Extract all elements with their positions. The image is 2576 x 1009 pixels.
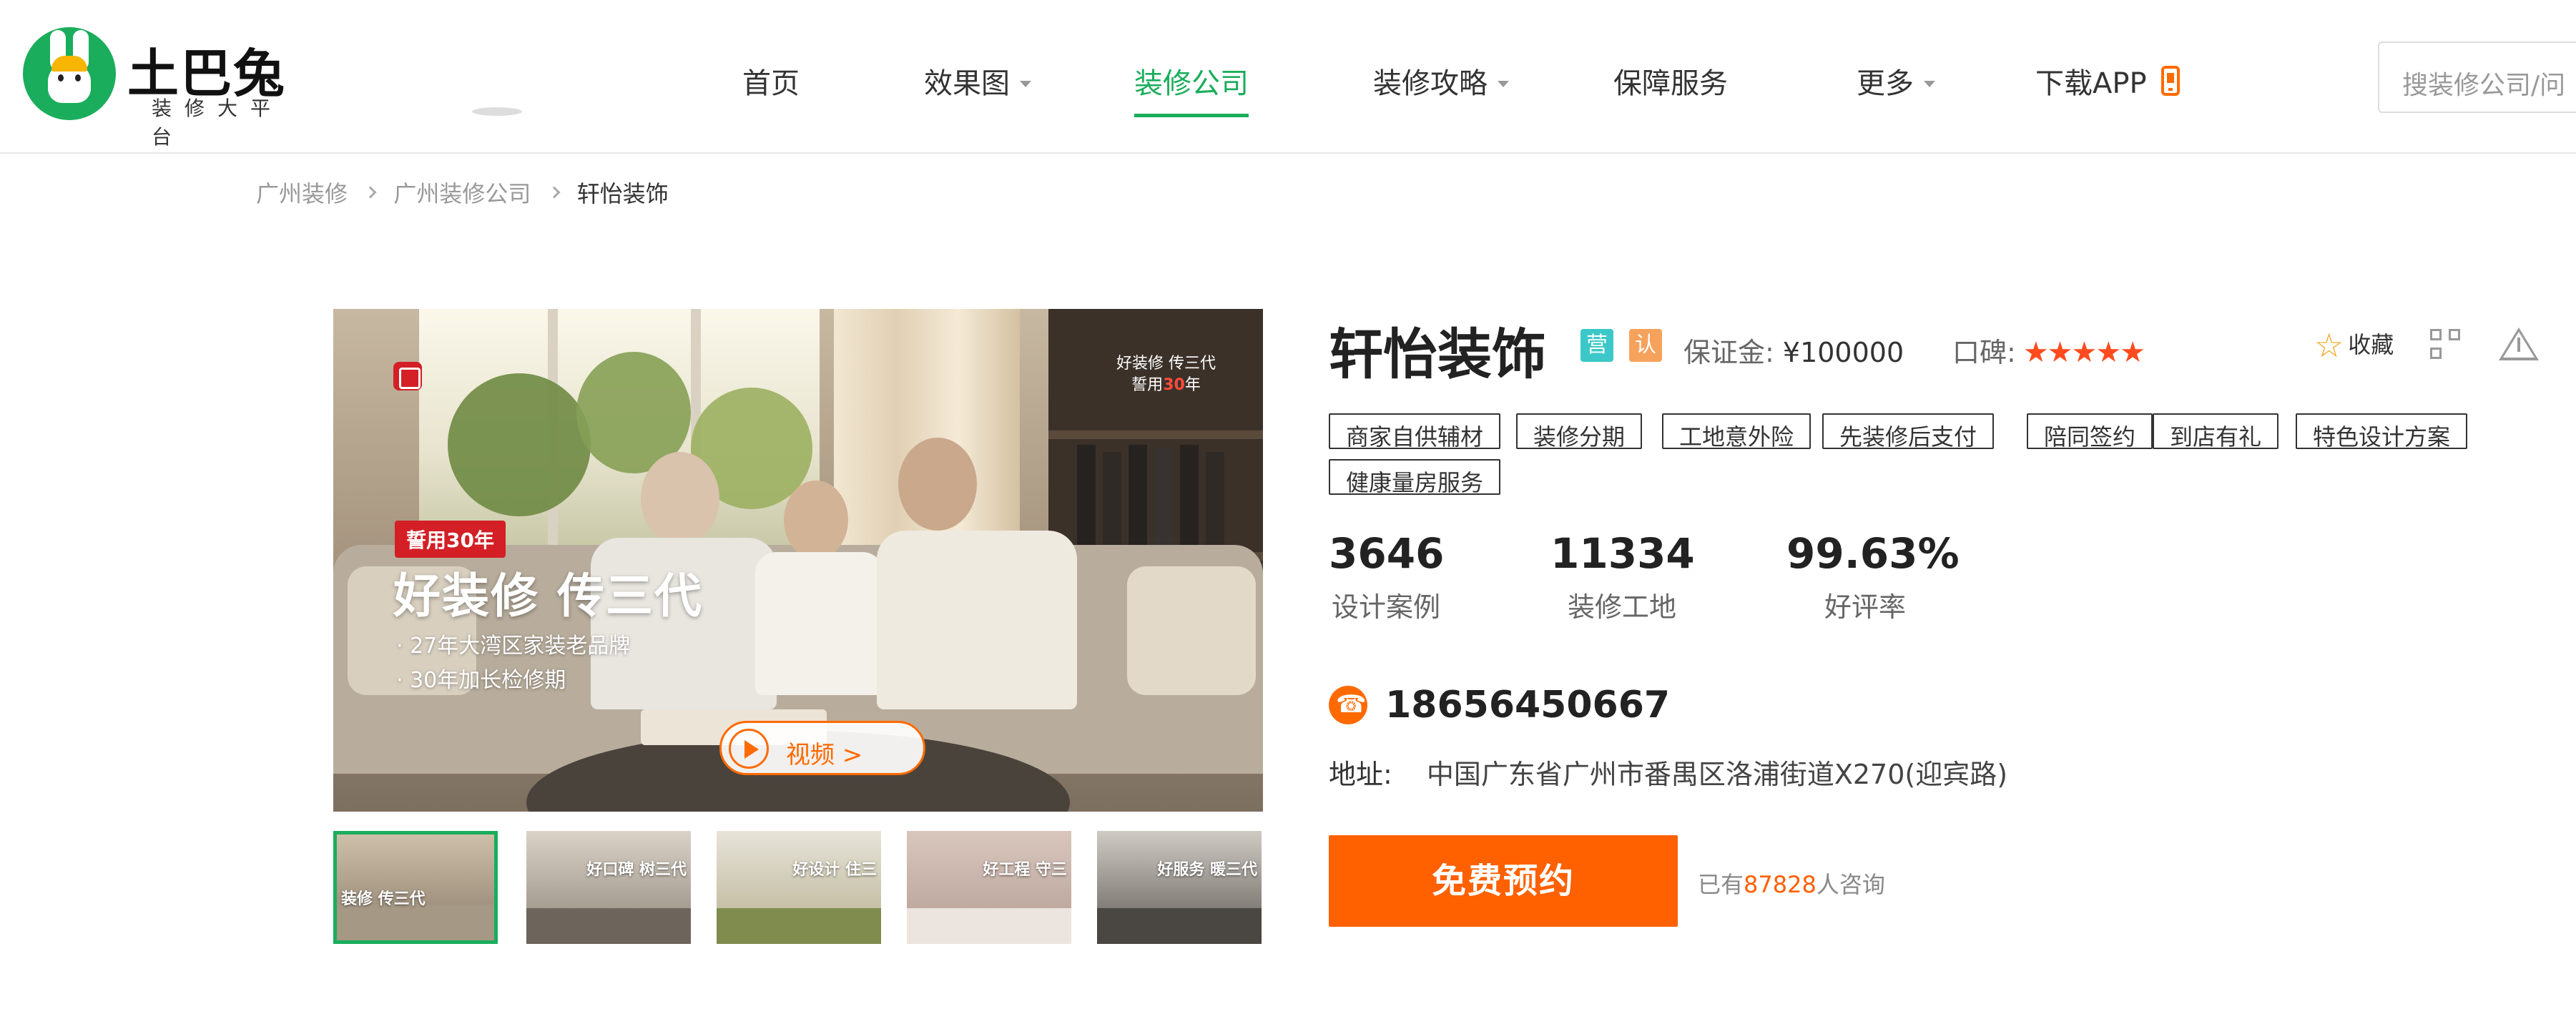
photo-badge: 誓用30年 (395, 521, 506, 558)
reputation-rating: 口碑: ★★★★★ (1952, 336, 2145, 369)
nav-companies[interactable]: 装修公司 (1134, 60, 1249, 117)
nav-home[interactable]: 首页 (742, 60, 800, 117)
brand-mark-icon (393, 362, 422, 390)
chevron-down-icon (1924, 81, 1935, 87)
rabbit-mascot-icon (23, 27, 116, 120)
star-outline-icon: ☆ (2314, 326, 2344, 365)
stat-positive-rate: 99.63% 好评率 (1786, 529, 1960, 623)
photo-bullet: · 30年加长检修期 (396, 668, 566, 693)
breadcrumb-link-companies[interactable]: 广州装修公司 (393, 176, 531, 209)
chevron-down-icon (1498, 81, 1509, 87)
nav-guarantee[interactable]: 保障服务 (1613, 60, 1728, 117)
service-tag: 商家自供辅材 (1329, 413, 1501, 451)
play-icon (729, 729, 769, 769)
service-tag: 健康量房服务 (1329, 459, 1501, 496)
chevron-down-icon (1020, 81, 1031, 87)
nav-download-app[interactable]: 下载APP (2035, 60, 2180, 117)
gallery-thumbnail[interactable]: 好口碑 树三代 (526, 831, 691, 944)
rating-stars-icon: ★★★★★ (2022, 336, 2145, 369)
photo-bullet: · 27年大湾区家装老品牌 (396, 634, 631, 659)
warning-mark (2517, 338, 2520, 352)
contact-phone[interactable]: 18656450667 (1329, 684, 1670, 727)
service-tag: 陪同签约 (2027, 413, 2153, 451)
gallery-thumbnail[interactable]: 装修 传三代 (333, 831, 498, 944)
photo-slogan-top: 好装修 传三代 誓用30年 (1116, 355, 1216, 394)
brand-tagline: 装修大平台 (152, 97, 284, 149)
service-tag: 特色设计方案 (2296, 413, 2468, 451)
phone-number: 18656450667 (1385, 684, 1671, 727)
company-info-panel: 轩怡装饰 营 认 保证金: ¥100000 口碑: ★★★★★ ☆ 收藏 商家自供辅… (1329, 300, 2545, 944)
chevron-right-icon (548, 186, 561, 199)
address-value: 中国广东省广州市番禺区洛浦街道X270(迎宾路) (1426, 759, 2008, 790)
stat-design-cases: 3646 设计案例 (1329, 529, 1445, 623)
deposit: 保证金: ¥100000 (1683, 337, 1904, 368)
service-tag: 工地意外险 (1662, 413, 1811, 451)
decorative-shadow (472, 107, 522, 116)
breadcrumb: 广州装修 广州装修公司 轩怡装饰 (256, 176, 669, 209)
deposit-value: ¥100000 (1782, 337, 1904, 368)
active-tab-indicator (1134, 114, 1249, 117)
consult-count-text: 已有87828人咨询 (1698, 871, 1885, 898)
company-name: 轩怡装饰 (1329, 323, 1546, 386)
search-input[interactable]: 搜装修公司/问 (2378, 41, 2576, 113)
gallery-thumbnail[interactable]: 好设计 住三 (717, 831, 881, 944)
chevron-right-icon (364, 186, 377, 199)
free-booking-button[interactable]: 免费预约 (1329, 835, 1678, 927)
photo-window (419, 309, 820, 545)
service-tag: 到店有礼 (2153, 413, 2279, 451)
service-tag: 先装修后支付 (1822, 413, 1995, 451)
breadcrumb-link-city[interactable]: 广州装修 (256, 176, 348, 209)
site-header: 土巴兔 装修大平台 首页 效果图 装修公司 装修攻略 保障服务 更多 下载APP… (0, 0, 2576, 154)
qr-code-icon[interactable] (2430, 329, 2460, 359)
mobile-phone-icon (2160, 66, 2180, 96)
breadcrumb-current: 轩怡装饰 (576, 180, 669, 207)
favorite-button[interactable]: ☆ 收藏 (2314, 326, 2394, 365)
verified-badge-icon[interactable]: 认 (1629, 329, 1662, 362)
gallery-thumbnails: 装修 传三代 好口碑 树三代 好设计 住三 好工程 守三 好服务 暖三代 (333, 831, 1263, 945)
brand-logo[interactable]: 土巴兔 装修大平台 (23, 27, 287, 149)
gallery-thumbnail[interactable]: 好工程 守三 (907, 831, 1071, 944)
nav-guides[interactable]: 装修攻略 (1373, 60, 1509, 117)
license-badge-icon[interactable]: 营 (1580, 329, 1613, 362)
play-video-button[interactable]: 视频 > (719, 721, 925, 775)
gallery-thumbnail[interactable]: 好服务 暖三代 (1097, 831, 1262, 944)
nav-renderings[interactable]: 效果图 (924, 60, 1031, 117)
phone-icon (1329, 686, 1367, 724)
service-tag: 装修分期 (1516, 413, 1643, 451)
address: 地址: 中国广东省广州市番禺区洛浦街道X270(迎宾路) (1329, 759, 2008, 790)
nav-more[interactable]: 更多 (1857, 60, 1935, 117)
main-gallery-image[interactable]: 好装修 传三代 誓用30年 誓用30年 好装修 传三代 · 27年大湾区家装老品… (333, 309, 1263, 812)
stat-construction-sites: 11334 装修工地 (1550, 529, 1695, 623)
photo-headline: 好装修 传三代 (393, 569, 703, 624)
